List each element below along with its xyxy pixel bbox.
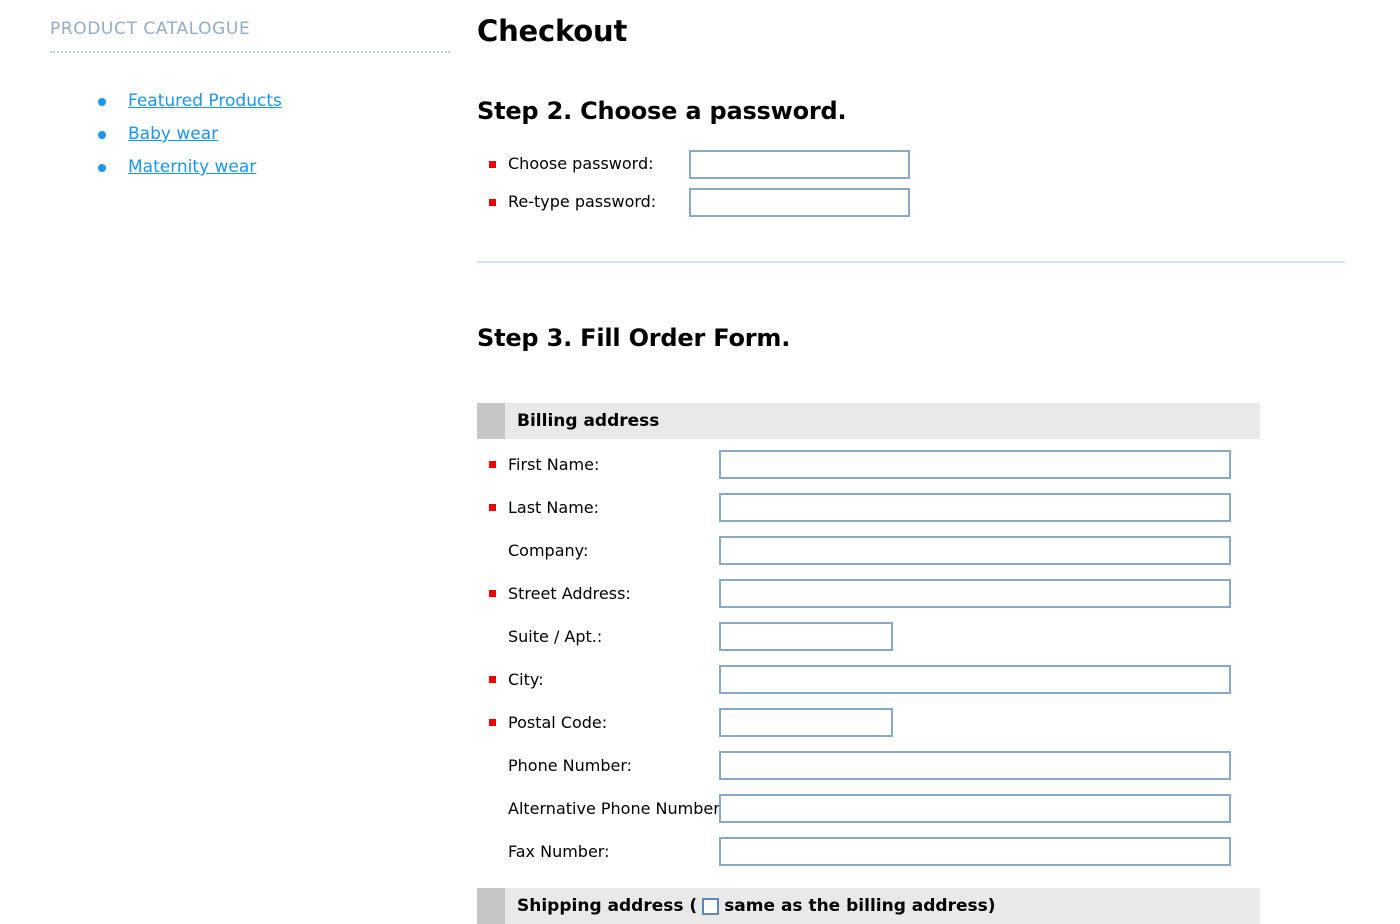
section-swatch-icon	[477, 888, 505, 924]
catalogue-link[interactable]: Featured Products	[128, 91, 282, 111]
billing-address-title: Billing address	[517, 411, 660, 431]
page-title: Checkout	[477, 14, 628, 48]
city-input[interactable]	[719, 665, 1231, 694]
field-row-city: City:	[477, 662, 1260, 697]
phone-number-input[interactable]	[719, 751, 1231, 780]
step-2-heading: Step 2. Choose a password.	[477, 97, 847, 125]
product-catalogue-sidebar: PRODUCT CATALOGUE Featured Products Baby…	[50, 18, 450, 190]
field-row-fax-number: Fax Number:	[477, 834, 1260, 869]
required-marker-icon	[489, 676, 496, 683]
alternative-phone-number-input[interactable]	[719, 794, 1231, 823]
required-marker-icon	[489, 504, 496, 511]
field-row-suite-apt: Suite / Apt.:	[477, 619, 1260, 654]
catalogue-link[interactable]: Maternity wear	[128, 157, 256, 177]
required-marker-icon	[489, 461, 496, 468]
bullet-icon	[98, 164, 106, 172]
required-marker-icon	[489, 719, 496, 726]
field-row-company: Company:	[477, 533, 1260, 568]
order-form: Billing address First Name: Last Name: C…	[477, 403, 1260, 924]
catalogue-list: Featured Products Baby wear Maternity we…	[50, 91, 450, 177]
field-label: First Name:	[508, 454, 600, 474]
field-label: Company:	[508, 540, 589, 560]
checkout-main: Checkout Step 2. Choose a password. Choo…	[477, 0, 1357, 924]
field-label: Re-type password:	[508, 192, 657, 211]
first-name-input[interactable]	[719, 450, 1231, 479]
field-row-street-address: Street Address:	[477, 576, 1260, 611]
field-label: Street Address:	[508, 583, 631, 603]
sidebar-item-baby-wear[interactable]: Baby wear	[50, 124, 450, 144]
fax-number-input[interactable]	[719, 837, 1231, 866]
required-marker-icon	[489, 590, 496, 597]
suite-apt-input[interactable]	[719, 622, 893, 651]
field-label: Suite / Apt.:	[508, 626, 603, 646]
choose-password-input[interactable]	[689, 149, 910, 179]
field-row-postal-code: Postal Code:	[477, 705, 1260, 740]
field-row-phone-number: Phone Number:	[477, 748, 1260, 783]
bullet-icon	[98, 98, 106, 106]
shipping-address-header: Shipping address ( same as the billing a…	[477, 888, 1260, 924]
field-row-alternative-phone-number: Alternative Phone Number:	[477, 791, 1260, 826]
field-label: City:	[508, 669, 544, 689]
field-label: Phone Number:	[508, 755, 633, 775]
company-input[interactable]	[719, 536, 1231, 565]
catalogue-link[interactable]: Baby wear	[128, 124, 218, 144]
shipping-address-title-prefix: Shipping address (	[517, 896, 698, 916]
section-divider	[477, 261, 1345, 263]
same-as-billing-label: same as the billing address)	[724, 896, 996, 916]
step-3-heading: Step 3. Fill Order Form.	[477, 324, 791, 352]
field-row-retype-password: Re-type password:	[477, 187, 1357, 217]
sidebar-item-maternity-wear[interactable]: Maternity wear	[50, 157, 450, 177]
field-row-first-name: First Name:	[477, 447, 1260, 482]
last-name-input[interactable]	[719, 493, 1231, 522]
section-swatch-icon	[477, 403, 505, 439]
sidebar-heading: PRODUCT CATALOGUE	[50, 18, 450, 53]
street-address-input[interactable]	[719, 579, 1231, 608]
field-label: Postal Code:	[508, 712, 608, 732]
retype-password-input[interactable]	[689, 187, 910, 217]
shipping-address-title: Shipping address ( same as the billing a…	[505, 896, 996, 916]
required-marker-icon	[489, 161, 496, 168]
field-label: Choose password:	[508, 154, 654, 173]
postal-code-input[interactable]	[719, 708, 893, 737]
required-marker-icon	[489, 199, 496, 206]
field-label: Fax Number:	[508, 841, 610, 861]
password-field-list: Choose password: Re-type password:	[477, 149, 1357, 217]
field-row-choose-password: Choose password:	[477, 149, 1357, 179]
same-as-billing-checkbox[interactable]	[702, 897, 720, 915]
field-label: Last Name:	[508, 497, 600, 517]
field-label: Alternative Phone Number:	[508, 798, 725, 818]
field-row-last-name: Last Name:	[477, 490, 1260, 525]
checkout-page: PRODUCT CATALOGUE Featured Products Baby…	[0, 0, 1400, 924]
billing-address-header: Billing address	[477, 403, 1260, 439]
bullet-icon	[98, 131, 106, 139]
sidebar-item-featured-products[interactable]: Featured Products	[50, 91, 450, 111]
